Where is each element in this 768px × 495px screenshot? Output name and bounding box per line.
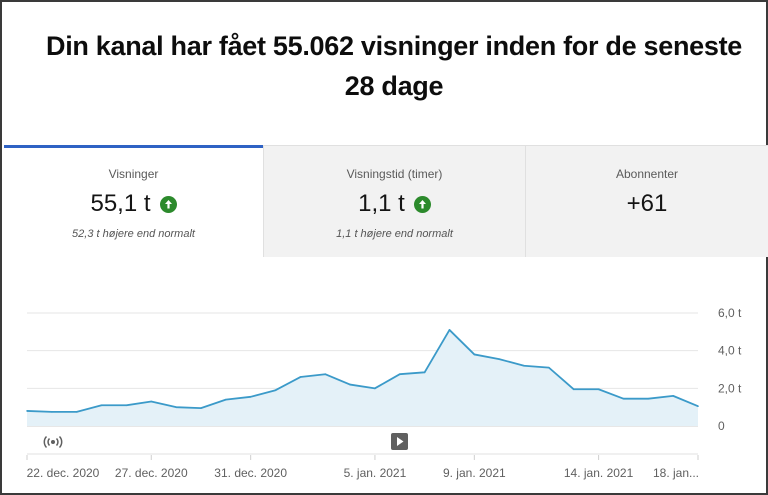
data-point [523, 364, 525, 367]
views-chart: 0 2,0 t 4,0 t 6,0 t 22. dec. 2020 27. dec. 20… [2, 292, 768, 492]
tab-subscribers-value-row: +61 [526, 190, 768, 218]
data-point [349, 383, 351, 386]
data-point [175, 406, 177, 408]
tab-views-value: 55,1 t [90, 190, 151, 217]
x-tick-label: 22. dec. 2020 [27, 466, 100, 480]
x-tick-label: 27. dec. 2020 [115, 466, 188, 480]
data-point [697, 405, 699, 408]
data-point [448, 329, 451, 331]
metric-tabs: Visninger 55,1 t 52,3 t højere end norma… [4, 145, 768, 257]
tab-subscribers-label: Abonnenter [615, 167, 679, 181]
x-tick-label: 9. jan. 2021 [443, 466, 506, 480]
live-broadcast-icon[interactable] [43, 435, 63, 449]
data-point [225, 398, 227, 401]
data-point [75, 411, 78, 413]
tab-views-value-row: 55,1 t [4, 190, 263, 218]
tab-subscribers-value: +61 [626, 190, 668, 217]
page-title: Din kanal har fået 55.062 visninger inde… [46, 31, 742, 101]
data-point [100, 404, 103, 407]
data-point [398, 373, 401, 376]
y-tick-label: 0 [718, 419, 725, 433]
tab-views[interactable]: Visninger 55,1 t 52,3 t højere end norma… [4, 145, 263, 257]
tab-watch-time-value: 1,1 t [358, 190, 405, 217]
data-point [125, 404, 128, 407]
play-glyph [397, 437, 404, 446]
tab-views-label: Visninger [108, 167, 159, 181]
data-point [572, 388, 575, 391]
views-chart-svg: 0 2,0 t 4,0 t 6,0 t 22. dec. 2020 27. dec. 20… [26, 306, 742, 480]
data-point [672, 395, 674, 397]
tab-watch-time-label: Visningstid (timer) [346, 167, 443, 181]
tab-watch-time-note: 1,1 t højere end normalt [336, 228, 453, 240]
data-point [299, 376, 302, 378]
live-broadcast-glyph [43, 435, 63, 449]
data-point [324, 373, 327, 376]
x-tick-label: 5. jan. 2021 [344, 466, 407, 480]
tab-watch-time-value-row: 1,1 t [264, 190, 525, 218]
data-point [622, 397, 625, 400]
tab-subscribers[interactable]: Abonnenter +61 [525, 145, 768, 257]
data-point [274, 389, 277, 392]
arrow-up-icon [159, 195, 177, 213]
y-tick-label: 4,0 t [718, 344, 742, 358]
data-point [423, 371, 426, 374]
data-point [374, 387, 376, 390]
data-point [249, 396, 252, 398]
data-point [647, 397, 650, 400]
series-area [27, 329, 698, 426]
arrow-up-glyph [418, 199, 426, 208]
y-tick-label: 2,0 t [718, 381, 742, 395]
arrow-up-icon [413, 195, 431, 213]
data-point [498, 358, 500, 360]
tab-watch-time[interactable]: Visningstid (timer) 1,1 t 1,1 t højere e… [263, 145, 525, 257]
tab-views-note: 52,3 t højere end normalt [72, 228, 195, 240]
data-point [548, 366, 550, 369]
y-tick-label: 6,0 t [718, 306, 742, 320]
x-tick-label: 18. jan... [653, 466, 699, 480]
analytics-card: Din kanal har fået 55.062 visninger inde… [0, 0, 768, 495]
x-tick-label: 31. dec. 2020 [214, 466, 287, 480]
data-point [150, 400, 153, 403]
data-point [26, 410, 28, 412]
arrow-up-glyph [164, 199, 172, 208]
x-tick-label: 14. jan. 2021 [564, 466, 634, 480]
play-icon[interactable] [391, 433, 408, 450]
data-point [51, 411, 53, 413]
data-point [473, 353, 476, 356]
data-point [200, 407, 202, 409]
data-point [597, 388, 600, 391]
